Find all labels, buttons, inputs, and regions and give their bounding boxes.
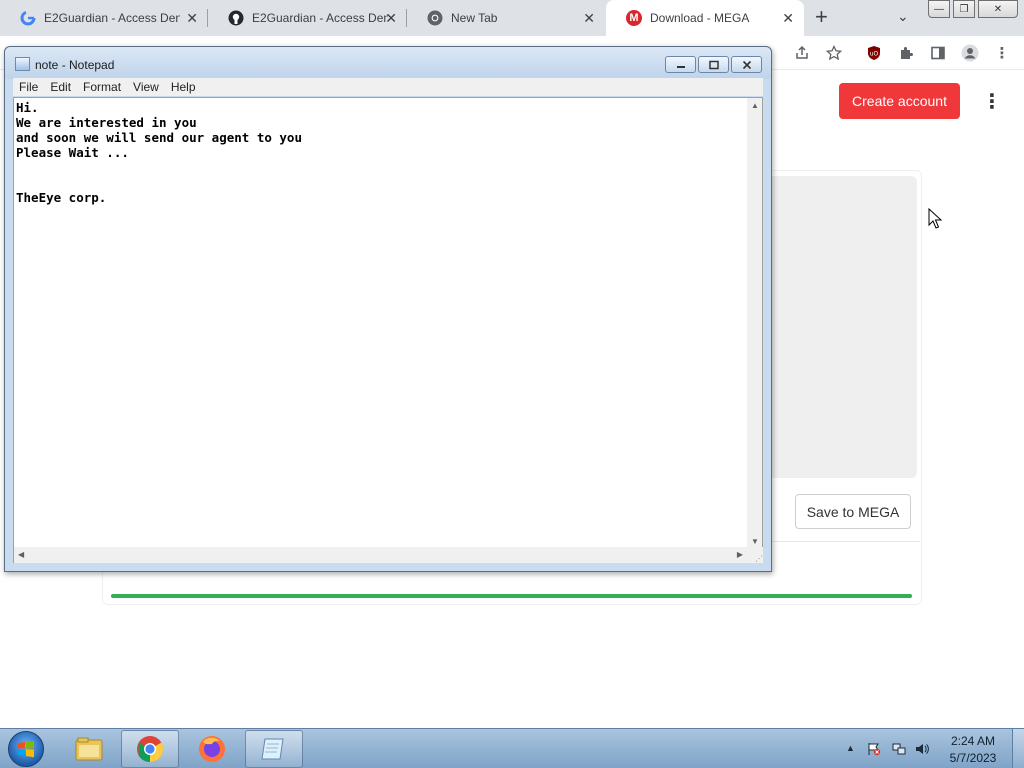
- menu-file[interactable]: File: [19, 80, 38, 94]
- tab-title: E2Guardian - Access Deni: [44, 11, 180, 25]
- scroll-up-icon[interactable]: ▲: [751, 101, 759, 110]
- download-progress-bar: [111, 594, 912, 598]
- save-to-mega-button[interactable]: Save to MEGA: [795, 494, 911, 529]
- notepad-text-content[interactable]: Hi. We are interested in you and soon we…: [16, 100, 746, 545]
- scroll-down-icon[interactable]: ▼: [751, 537, 759, 546]
- tab-search-button[interactable]: ⌄: [897, 8, 909, 25]
- bookmark-star-icon[interactable]: [824, 43, 844, 63]
- close-icon: [742, 60, 751, 69]
- notepad-titlebar[interactable]: note - Notepad: [5, 47, 771, 79]
- tab-close-icon[interactable]: ✕: [385, 11, 397, 25]
- tab-e2guardian-google[interactable]: E2Guardian - Access Deni ✕: [0, 0, 208, 36]
- clock-date[interactable]: 5/7/2023: [944, 751, 1002, 765]
- github-icon: [228, 10, 244, 26]
- menu-help[interactable]: Help: [171, 80, 196, 94]
- mouse-cursor-icon: [928, 208, 942, 229]
- firefox-icon: [199, 736, 225, 762]
- notepad-minimize-button[interactable]: [665, 56, 696, 73]
- folder-icon: [75, 737, 103, 761]
- profile-avatar-icon[interactable]: [960, 43, 980, 63]
- horizontal-scrollbar[interactable]: ◀ ▶: [13, 547, 747, 563]
- browser-menu-icon[interactable]: ⋮: [992, 43, 1012, 63]
- window-title: note - Notepad: [35, 58, 115, 72]
- chrome-icon: [137, 736, 164, 763]
- mega-icon: M: [626, 10, 642, 26]
- svg-text:uO: uO: [870, 51, 879, 58]
- window-close-button[interactable]: ✕: [978, 0, 1018, 18]
- notepad-menubar: File Edit Format View Help: [13, 78, 763, 96]
- tab-close-icon[interactable]: ✕: [583, 11, 595, 25]
- tab-close-icon[interactable]: ✕: [186, 11, 198, 25]
- download-progress-fill: [111, 594, 912, 598]
- maximize-icon: [708, 60, 719, 69]
- taskbar-explorer-button[interactable]: [60, 730, 118, 768]
- notepad-close-button[interactable]: [731, 56, 762, 73]
- card-divider: [772, 541, 920, 542]
- notepad-icon: [261, 738, 284, 760]
- taskbar-chrome-button[interactable]: [121, 730, 179, 768]
- notepad-edit-area[interactable]: Hi. We are interested in you and soon we…: [13, 97, 763, 548]
- new-tab-button[interactable]: +: [815, 6, 828, 28]
- menu-view[interactable]: View: [133, 80, 159, 94]
- notepad-window[interactable]: note - Notepad File Edit Format View Hel…: [4, 46, 772, 572]
- vertical-scrollbar[interactable]: ▲ ▼: [747, 98, 762, 547]
- action-center-flag-icon[interactable]: [866, 741, 882, 757]
- share-icon[interactable]: [792, 43, 812, 63]
- resize-grip-icon[interactable]: ⋰: [747, 547, 763, 563]
- network-icon[interactable]: [891, 741, 907, 757]
- notepad-icon: [15, 57, 30, 71]
- windows-logo-icon: [18, 740, 34, 758]
- browser-tab-strip: E2Guardian - Access Deni ✕ E2Guardian - …: [0, 0, 1024, 36]
- tab-download-mega[interactable]: M Download - MEGA ✕: [606, 0, 804, 36]
- tab-title: E2Guardian - Access Deni: [252, 11, 388, 25]
- tab-title: New Tab: [451, 11, 498, 25]
- volume-icon[interactable]: [914, 741, 930, 757]
- ublock-origin-icon[interactable]: uO: [864, 43, 884, 63]
- tab-e2guardian-github[interactable]: E2Guardian - Access Deni ✕: [208, 0, 407, 36]
- scroll-right-icon[interactable]: ▶: [737, 550, 743, 559]
- taskbar-firefox-button[interactable]: [183, 730, 241, 768]
- minimize-icon: [676, 65, 685, 68]
- file-preview-area: [760, 176, 917, 478]
- tab-title: Download - MEGA: [650, 11, 750, 25]
- taskbar-notepad-button[interactable]: [245, 730, 303, 768]
- tray-expand-icon[interactable]: ▲: [846, 743, 855, 753]
- menu-edit[interactable]: Edit: [50, 80, 71, 94]
- show-desktop-button[interactable]: [1012, 729, 1024, 768]
- window-minimize-button[interactable]: —: [928, 0, 950, 18]
- window-maximize-button[interactable]: ❐: [953, 0, 975, 18]
- notepad-maximize-button[interactable]: [698, 56, 729, 73]
- taskbar: ▲ 2:24 AM 5/7/2023: [0, 728, 1024, 768]
- mega-menu-icon[interactable]: ⋮: [982, 88, 1002, 114]
- google-icon: [20, 10, 36, 26]
- clock-time[interactable]: 2:24 AM: [944, 734, 1002, 748]
- tab-new-tab[interactable]: New Tab ✕: [407, 0, 605, 36]
- chrome-icon: [427, 10, 443, 26]
- create-account-button[interactable]: Create account: [839, 83, 960, 119]
- start-button[interactable]: [8, 731, 44, 767]
- menu-format[interactable]: Format: [83, 80, 121, 94]
- side-panel-icon[interactable]: [928, 43, 948, 63]
- extensions-puzzle-icon[interactable]: [896, 43, 916, 63]
- tab-close-icon[interactable]: ✕: [782, 11, 794, 25]
- scroll-left-icon[interactable]: ◀: [18, 550, 24, 559]
